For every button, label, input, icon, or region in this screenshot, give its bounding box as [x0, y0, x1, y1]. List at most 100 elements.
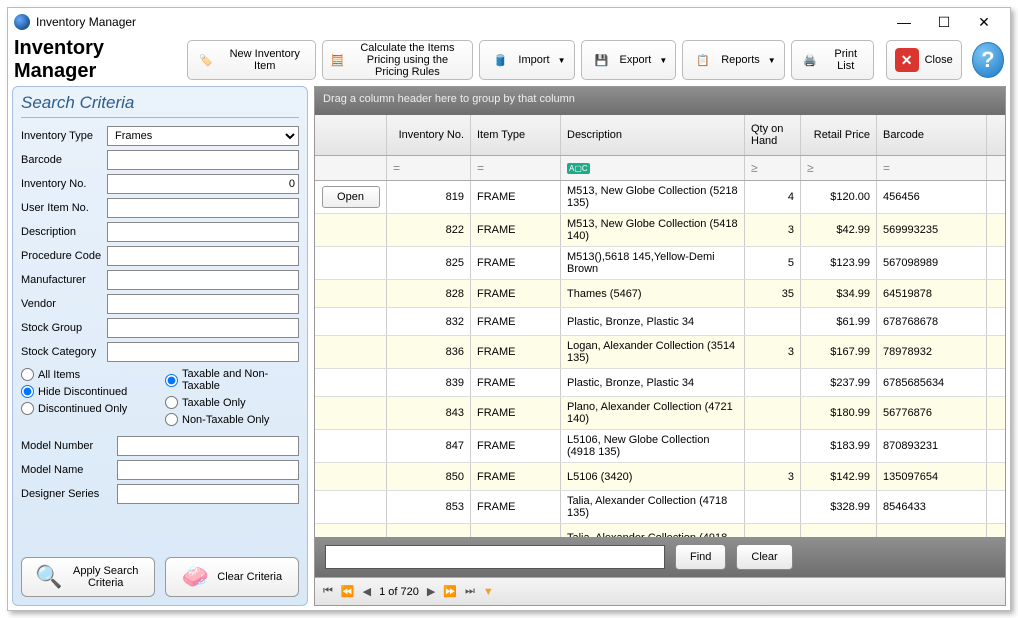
inventory-manager-window: Inventory Manager — ☐ ✕ Inventory Manage… [7, 7, 1011, 611]
next-page-button[interactable]: ▶ [427, 585, 435, 598]
app-icon [14, 14, 30, 30]
filter-inv[interactable]: = [387, 156, 471, 180]
barcode-input[interactable] [107, 150, 299, 170]
model-name-label: Model Name [21, 464, 117, 476]
export-icon: 💾 [590, 48, 614, 72]
barcode-label: Barcode [21, 154, 107, 166]
filter-desc[interactable]: A▢C [561, 156, 745, 180]
filter-icon[interactable]: ▼ [483, 586, 494, 598]
non-taxable-only-radio[interactable]: Non-Taxable Only [165, 413, 299, 426]
table-row[interactable]: 847FRAMEL5106, New Globe Collection (491… [315, 430, 1005, 463]
window-close-button[interactable]: ✕ [964, 10, 1004, 34]
designer-series-input[interactable] [117, 484, 299, 504]
table-row[interactable]: 822FRAMEM513, New Globe Collection (5418… [315, 214, 1005, 247]
table-row[interactable]: 832FRAMEPlastic, Bronze, Plastic 34$61.9… [315, 308, 1005, 336]
next-set-button[interactable]: ⏩ [443, 585, 457, 598]
new-inventory-item-button[interactable]: 🏷️ New Inventory Item [187, 40, 316, 80]
taxable-and-non-radio[interactable]: Taxable and Non-Taxable [165, 368, 299, 392]
printer-icon: 🖨️ [800, 48, 821, 72]
find-clear-button[interactable]: Clear [736, 544, 792, 570]
first-page-button[interactable]: ⏮ [323, 585, 333, 598]
prev-set-button[interactable]: ⏪ [341, 585, 355, 598]
reports-button[interactable]: 📋 Reports ▼ [682, 40, 784, 80]
print-list-button[interactable]: 🖨️ Print List [791, 40, 874, 80]
vendor-input[interactable] [107, 294, 299, 314]
col-qty-on-hand[interactable]: Qty on Hand [745, 115, 801, 155]
chevron-down-icon: ▼ [659, 56, 667, 65]
hide-discontinued-radio[interactable]: Hide Discontinued [21, 385, 155, 398]
help-button[interactable]: ? [972, 42, 1004, 78]
pager: ⏮ ⏪ ◀ 1 of 720 ▶ ⏩ ⏭ ▼ [315, 577, 1005, 605]
export-button[interactable]: 💾 Export ▼ [581, 40, 677, 80]
text-filter-icon: A▢C [567, 163, 590, 174]
col-barcode[interactable]: Barcode [877, 115, 987, 155]
designer-series-label: Designer Series [21, 488, 117, 500]
group-by-bar[interactable]: Drag a column header here to group by th… [315, 87, 1005, 115]
col-inventory-no[interactable]: Inventory No. [387, 115, 471, 155]
window-title: Inventory Manager [36, 15, 884, 29]
search-icon: 🔍 [35, 564, 62, 590]
calculator-icon: 🧮 [331, 48, 345, 72]
maximize-button[interactable]: ☐ [924, 10, 964, 34]
stock-category-label: Stock Category [21, 346, 107, 358]
prev-page-button[interactable]: ◀ [363, 585, 371, 598]
manufacturer-input[interactable] [107, 270, 299, 290]
close-button[interactable]: ✕ Close [886, 40, 962, 80]
find-button[interactable]: Find [675, 544, 726, 570]
table-row[interactable]: 836FRAMELogan, Alexander Collection (351… [315, 336, 1005, 369]
discontinued-only-radio[interactable]: Discontinued Only [21, 402, 155, 415]
table-row[interactable]: 839FRAMEPlastic, Bronze, Plastic 34$237.… [315, 369, 1005, 397]
apply-search-button[interactable]: 🔍Apply Search Criteria [21, 557, 155, 597]
table-row[interactable]: Open819FRAMEM513, New Globe Collection (… [315, 181, 1005, 214]
import-button[interactable]: 🛢️ Import ▼ [479, 40, 574, 80]
stock-group-input[interactable] [107, 318, 299, 338]
col-retail-price[interactable]: Retail Price [801, 115, 877, 155]
inventory-no-input[interactable] [107, 174, 299, 194]
table-row[interactable]: 850FRAMEL5106 (3420)3$142.99135097654 [315, 463, 1005, 491]
inventory-type-select[interactable]: Frames [107, 126, 299, 146]
table-row[interactable]: 828FRAMEThames (5467)35$34.9964519878 [315, 280, 1005, 308]
last-page-button[interactable]: ⏭ [465, 585, 475, 598]
user-item-no-label: User Item No. [21, 202, 107, 214]
toolbar: Inventory Manager 🏷️ New Inventory Item … [8, 36, 1010, 84]
search-criteria-panel: Search Criteria Inventory TypeFrames Bar… [12, 86, 308, 606]
chevron-down-icon: ▼ [558, 56, 566, 65]
close-icon: ✕ [895, 48, 919, 72]
user-item-no-input[interactable] [107, 198, 299, 218]
open-row-button[interactable]: Open [322, 186, 380, 208]
table-row[interactable]: 843FRAMEPlano, Alexander Collection (472… [315, 397, 1005, 430]
calculate-pricing-button[interactable]: 🧮 Calculate the Items Pricing using the … [322, 40, 474, 80]
model-name-input[interactable] [117, 460, 299, 480]
clear-criteria-button[interactable]: 🧼Clear Criteria [165, 557, 299, 597]
filter-bc[interactable]: = [877, 156, 987, 180]
filter-qty[interactable]: ≥ [745, 156, 801, 180]
chevron-down-icon: ▼ [768, 56, 776, 65]
minimize-button[interactable]: — [884, 10, 924, 34]
col-description[interactable]: Description [561, 115, 745, 155]
taxable-only-radio[interactable]: Taxable Only [165, 396, 299, 409]
search-heading: Search Criteria [21, 91, 299, 118]
all-items-radio[interactable]: All Items [21, 368, 155, 381]
table-row[interactable]: 853FRAMETalia, Alexander Collection (471… [315, 491, 1005, 524]
table-row[interactable]: Talia, Alexander Collection (4918 [315, 524, 1005, 537]
procedure-code-input[interactable] [107, 246, 299, 266]
description-label: Description [21, 226, 107, 238]
vendor-label: Vendor [21, 298, 107, 310]
stock-group-label: Stock Group [21, 322, 107, 334]
inventory-no-label: Inventory No. [21, 178, 107, 190]
filter-type[interactable]: = [471, 156, 561, 180]
table-row[interactable]: 825FRAMEM513(),5618 145,Yellow-Demi Brow… [315, 247, 1005, 280]
col-item-type[interactable]: Item Type [471, 115, 561, 155]
stock-category-input[interactable] [107, 342, 299, 362]
description-input[interactable] [107, 222, 299, 242]
eraser-icon: 🧼 [182, 564, 209, 590]
new-item-icon: 🏷️ [196, 48, 217, 72]
model-number-label: Model Number [21, 440, 117, 452]
data-grid[interactable]: Inventory No. Item Type Description Qty … [315, 115, 1005, 537]
titlebar: Inventory Manager — ☐ ✕ [8, 8, 1010, 36]
pager-text: 1 of 720 [379, 586, 419, 598]
inventory-type-label: Inventory Type [21, 130, 107, 142]
filter-price[interactable]: ≥ [801, 156, 877, 180]
model-number-input[interactable] [117, 436, 299, 456]
find-input[interactable] [325, 545, 665, 569]
